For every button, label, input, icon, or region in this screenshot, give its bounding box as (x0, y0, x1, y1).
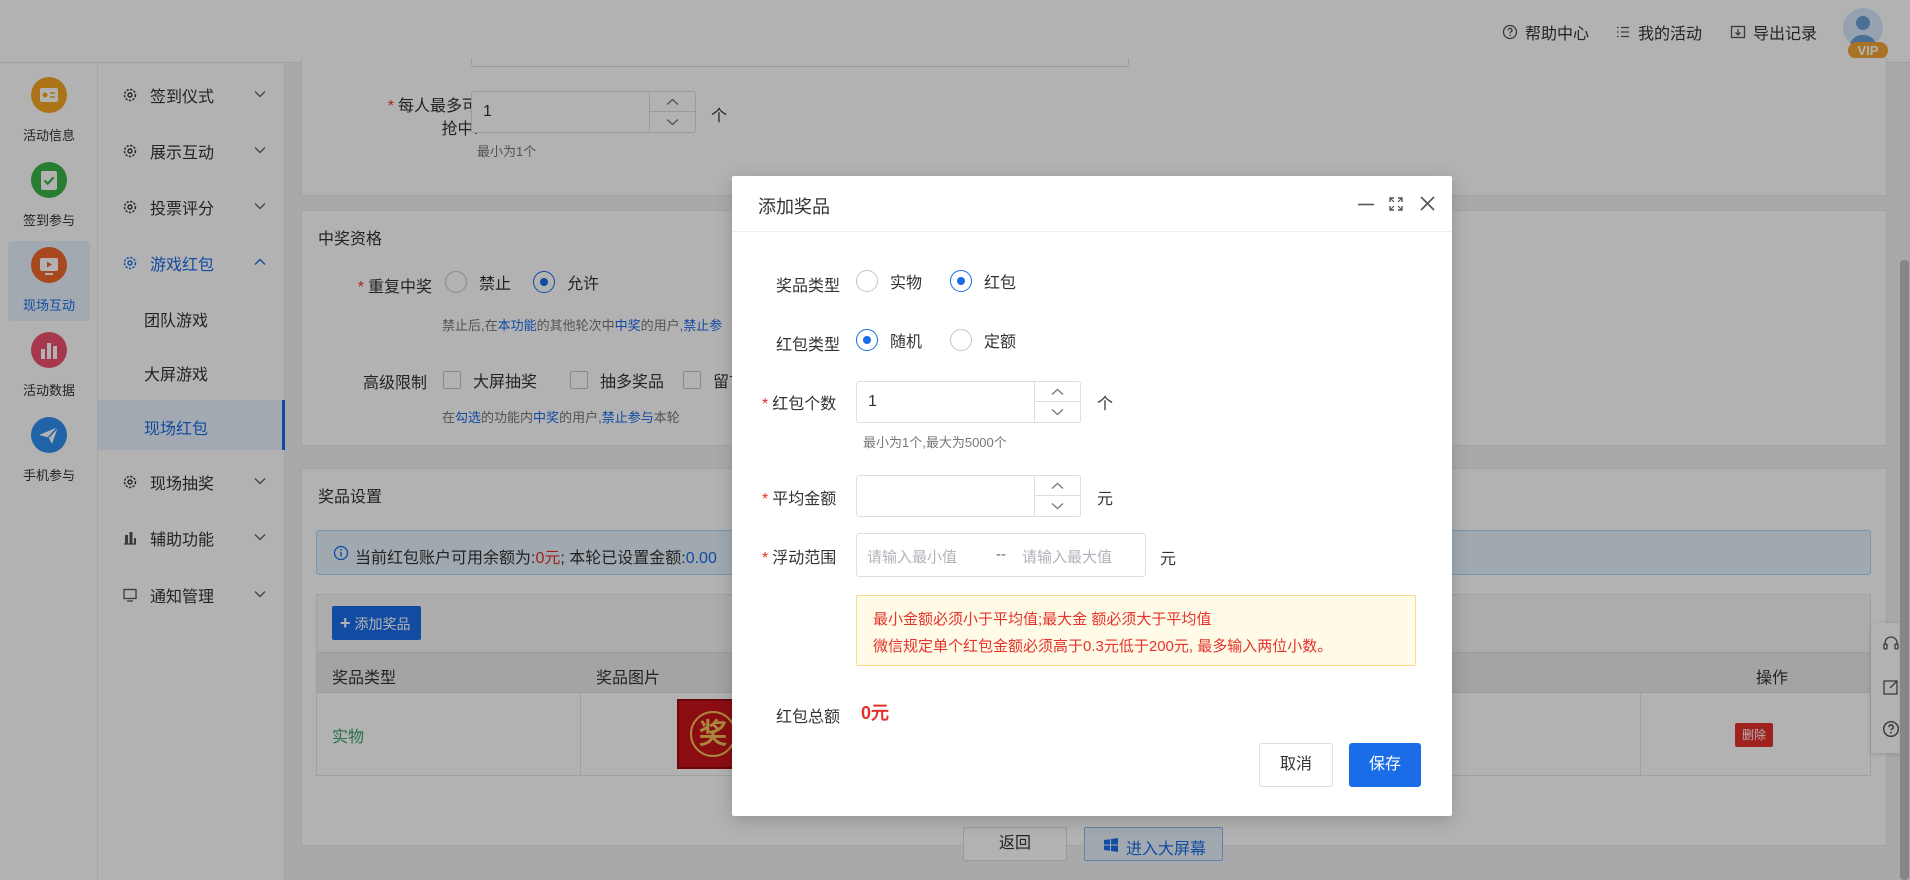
radio-circle (950, 329, 972, 351)
range-separator: -- (996, 546, 1006, 563)
chevron-up-icon (1051, 482, 1064, 489)
rp-count-label-text: 红包个数 (772, 396, 837, 413)
radio-label: 定额 (984, 334, 1017, 351)
avg-amount-label-text: 平均金额 (772, 491, 837, 508)
rp-count-value: 1 (868, 393, 877, 410)
minimize-icon[interactable] (1358, 203, 1374, 206)
close-icon[interactable] (1420, 196, 1435, 211)
prize-type-radio-physical[interactable]: 实物 (856, 269, 922, 293)
avg-amount-label: * 平均金额 (762, 485, 836, 509)
float-range-input: 请输入最小值 -- 请输入最大值 (856, 533, 1146, 577)
dialog-title: 添加奖品 (758, 197, 830, 217)
rp-type-radio-fixed[interactable]: 定额 (950, 328, 1016, 352)
radio-circle-checked (856, 329, 878, 351)
prize-type-radio-redpacket[interactable]: 红包 (950, 269, 1016, 293)
chevron-down-icon (1051, 409, 1064, 416)
radio-label: 随机 (890, 334, 923, 351)
avg-amount-stepper[interactable] (856, 475, 1081, 517)
float-range-unit: 元 (1160, 551, 1177, 568)
add-prize-dialog: 添加奖品 奖品类型 实物 红包 红包类型 随机 定额 * 红包个数 1 个 最小为… (732, 176, 1452, 816)
total-amount-value: 0元 (861, 703, 890, 723)
required-mark: * (762, 396, 769, 413)
radio-label: 实物 (890, 275, 923, 292)
avg-amount-unit: 元 (1097, 491, 1114, 508)
amount-warning-box: 最小金额必须小于平均值;最大金 额必须大于平均值 微信规定单个红包金额必须高于0… (856, 595, 1416, 666)
stepper-buttons (1034, 382, 1080, 422)
save-button[interactable]: 保存 (1349, 743, 1421, 787)
cancel-button[interactable]: 取消 (1259, 743, 1333, 787)
float-range-label: * 浮动范围 (762, 544, 836, 568)
stepper-up-button[interactable] (1035, 476, 1080, 496)
range-max-input[interactable]: 请输入最大值 (1022, 546, 1112, 567)
warning-line-2: 微信规定单个红包金额必须高于0.3元低于200元, 最多输入两位小数。 (873, 638, 1333, 655)
radio-circle (856, 270, 878, 292)
rp-count-label: * 红包个数 (762, 390, 836, 414)
dialog-header: 添加奖品 (732, 176, 1452, 232)
maximize-icon[interactable] (1389, 197, 1403, 211)
chevron-down-icon (1051, 503, 1064, 510)
range-min-input[interactable]: 请输入最小值 (867, 546, 957, 567)
prize-type-label: 奖品类型 (776, 278, 841, 295)
required-mark: * (762, 550, 769, 567)
required-mark: * (762, 491, 769, 508)
rp-count-unit: 个 (1097, 396, 1114, 413)
stepper-buttons (1034, 476, 1080, 516)
float-range-label-text: 浮动范围 (772, 550, 837, 567)
total-amount-label: 红包总额 (776, 709, 841, 726)
radio-label: 红包 (984, 275, 1017, 292)
rp-type-radio-random[interactable]: 随机 (856, 328, 922, 352)
stepper-up-button[interactable] (1035, 382, 1080, 402)
rp-count-hint: 最小为1个,最大为5000个 (863, 435, 1007, 450)
warning-line-1: 最小金额必须小于平均值;最大金 额必须大于平均值 (873, 611, 1212, 628)
rp-count-stepper[interactable]: 1 (856, 381, 1081, 423)
rp-type-label: 红包类型 (776, 337, 841, 354)
stepper-down-button[interactable] (1035, 496, 1080, 516)
chevron-up-icon (1051, 388, 1064, 395)
radio-circle-checked (950, 270, 972, 292)
stepper-down-button[interactable] (1035, 402, 1080, 422)
